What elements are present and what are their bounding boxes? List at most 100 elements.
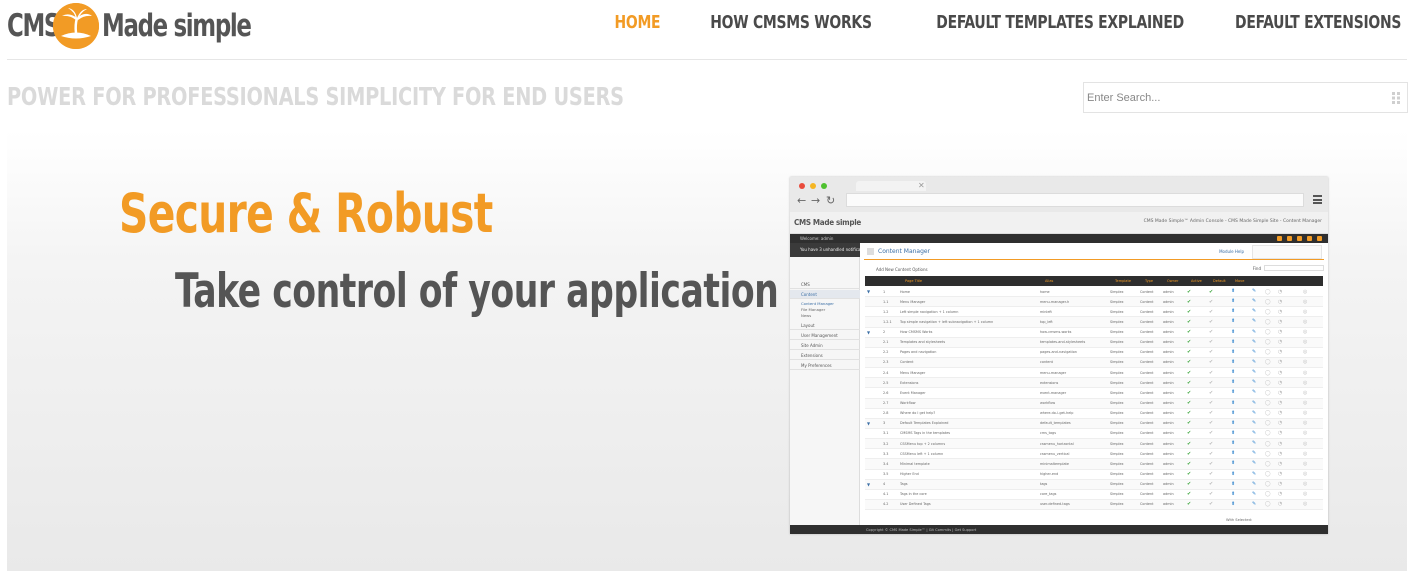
- search-icon[interactable]: [1391, 91, 1401, 105]
- select-checkbox-icon: ◎: [1303, 359, 1308, 366]
- tab-close-icon: ✕: [918, 181, 925, 190]
- move-arrows-icon: ⬍: [1231, 480, 1236, 487]
- select-checkbox-icon: ◎: [1303, 471, 1308, 478]
- row-owner: admin: [1163, 502, 1174, 507]
- select-checkbox-icon: ◎: [1303, 318, 1308, 325]
- row-alias: event-manager: [1040, 390, 1067, 395]
- admin-welcome-text: Welcome: admin: [800, 236, 834, 241]
- view-icon: ◯: [1265, 430, 1271, 437]
- row-alias: top_left: [1040, 319, 1053, 324]
- admin-table-header: Page Title Alias Template Type Owner Act…: [865, 276, 1323, 286]
- default-check-icon: ✔: [1209, 359, 1214, 366]
- nav-item-how-cmsms-works[interactable]: HOW CMSMS WORKS: [711, 12, 873, 33]
- row-title: Menu Manager: [900, 370, 926, 375]
- row-number: 2.3: [883, 360, 889, 365]
- copy-icon: ◔: [1278, 410, 1283, 417]
- select-checkbox-icon: ◎: [1303, 339, 1308, 346]
- edit-icon: ✎: [1252, 338, 1257, 345]
- row-title: CSSMenu top + 2 columns: [900, 441, 946, 446]
- row-alias: cssmenu_vertical: [1040, 451, 1070, 456]
- close-dot-icon: [799, 183, 805, 189]
- row-alias: minimaltemplate: [1040, 461, 1069, 466]
- row-title: Tags in the core: [900, 492, 927, 497]
- admin-main: Content Manager Module Help Add New Cont…: [860, 243, 1328, 525]
- row-template: Simplex: [1110, 441, 1124, 446]
- row-title: Workflow: [900, 401, 916, 406]
- minimize-dot-icon: [810, 183, 816, 189]
- active-check-icon: ✔: [1187, 308, 1192, 315]
- row-type: Content: [1140, 390, 1154, 395]
- default-check-icon: ✔: [1209, 400, 1214, 407]
- default-check-icon: ✔: [1209, 349, 1214, 356]
- row-template: Simplex: [1110, 431, 1124, 436]
- row-alias: user-defined-tags: [1040, 502, 1070, 507]
- row-number: 3.1: [883, 431, 889, 436]
- row-alias: tags: [1040, 482, 1048, 487]
- column-header: Template: [1115, 279, 1131, 283]
- search-input[interactable]: [1087, 87, 1382, 109]
- default-check-icon: ✔: [1209, 450, 1214, 457]
- active-check-icon: ✔: [1187, 440, 1192, 447]
- nav-item-home[interactable]: HOME: [614, 12, 660, 33]
- edit-icon: ✎: [1252, 429, 1257, 436]
- nav-item-default-extensions[interactable]: DEFAULT EXTENSIONS: [1235, 12, 1401, 33]
- row-type: Content: [1140, 330, 1154, 335]
- move-arrows-icon: ⬍: [1231, 399, 1236, 406]
- row-owner: admin: [1163, 380, 1174, 385]
- row-title: CMSMS Tags in the templates: [900, 431, 951, 436]
- default-check-icon: ✔: [1209, 481, 1214, 488]
- row-owner: admin: [1163, 309, 1174, 314]
- move-arrows-icon: ⬍: [1231, 369, 1236, 376]
- edit-icon: ✎: [1252, 389, 1257, 396]
- active-check-icon: ✔: [1187, 410, 1192, 417]
- column-header: Alias: [1045, 279, 1054, 283]
- move-arrows-icon: ⬍: [1231, 419, 1236, 426]
- default-check-icon: ✔: [1209, 379, 1214, 386]
- header-divider: [7, 59, 1407, 60]
- active-check-icon: ✔: [1187, 450, 1192, 457]
- edit-icon: ✎: [1252, 460, 1257, 467]
- copy-icon: ◔: [1278, 389, 1283, 396]
- row-owner: admin: [1163, 411, 1174, 416]
- admin-heading-rule: [864, 259, 1324, 260]
- row-number: 4.1: [883, 492, 889, 497]
- forward-arrow-icon: →: [811, 194, 821, 207]
- select-checkbox-icon: ◎: [1303, 491, 1308, 498]
- row-number: 2.2: [883, 350, 889, 355]
- site-tagline: POWER FOR PROFESSIONALS SIMPLICITY FOR E…: [7, 82, 624, 111]
- row-type: Content: [1140, 401, 1154, 406]
- active-check-icon: ✔: [1187, 389, 1192, 396]
- view-icon: ◯: [1265, 440, 1271, 447]
- row-template: Simplex: [1110, 340, 1124, 345]
- table-row: 2.3 Content content Simplex Content admin ✔ ✔ ⬍ ✎…: [865, 357, 1323, 369]
- admin-toolbar-icons: [1277, 236, 1322, 241]
- edit-icon: ✎: [1252, 369, 1257, 376]
- select-checkbox-icon: ◎: [1303, 440, 1308, 447]
- reload-icon: ↻: [826, 194, 836, 207]
- copy-icon: ◔: [1278, 481, 1283, 488]
- copy-icon: ◔: [1278, 379, 1283, 386]
- row-template: Simplex: [1110, 421, 1124, 426]
- site-header: CMS Made simple HOME HOW CMSMS WORKS DEF…: [0, 0, 1419, 60]
- main-nav: HOME HOW CMSMS WORKS DEFAULT TEMPLATES E…: [607, 12, 1401, 33]
- back-arrow-icon: ←: [797, 194, 807, 207]
- nav-item-default-templates-explained[interactable]: DEFAULT TEMPLATES EXPLAINED: [936, 12, 1184, 33]
- default-check-icon: ✔: [1209, 298, 1214, 305]
- table-row: 3.4 Minimal template minimaltemplate Simple…: [865, 459, 1323, 470]
- select-checkbox-icon: ◎: [1303, 369, 1308, 376]
- row-template: Simplex: [1110, 360, 1124, 365]
- browser-tab: [856, 181, 926, 191]
- row-owner: admin: [1163, 461, 1174, 466]
- copy-icon: ◔: [1278, 460, 1283, 467]
- table-row: ▼ 1 Home home Simplex Content admin ✔ ✔ ⬍ ✎ ◯ ◔ ◎: [865, 287, 1323, 298]
- row-title: How CMSMS Works: [900, 330, 933, 335]
- edit-icon: ✎: [1252, 490, 1257, 497]
- table-row: 2.7 Workflow workflow Simplex Content admin ✔ ✔…: [865, 398, 1323, 409]
- row-title: Event Manager: [900, 390, 926, 395]
- copy-icon: ◔: [1278, 430, 1283, 437]
- module-help-link: Module Help: [1219, 249, 1244, 254]
- move-arrows-icon: ⬍: [1231, 429, 1236, 436]
- search-box: [1083, 82, 1408, 113]
- default-check-icon: ✔: [1209, 288, 1214, 295]
- row-type: Content: [1140, 441, 1154, 446]
